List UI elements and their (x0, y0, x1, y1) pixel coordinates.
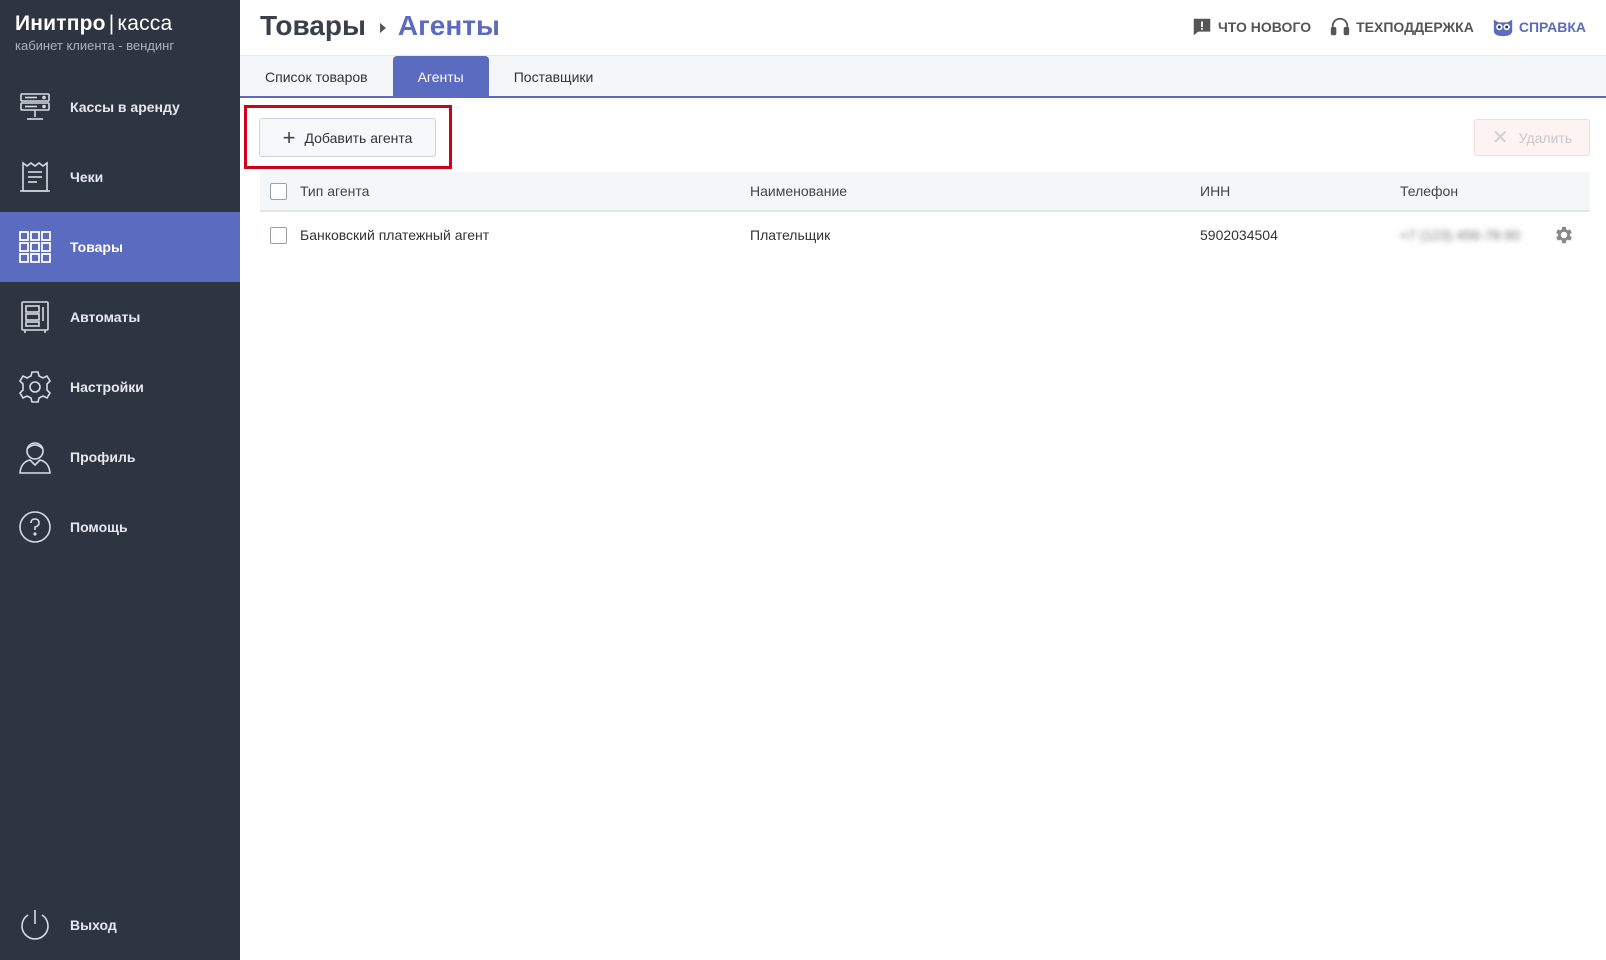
brand-name: Инитпро (15, 12, 106, 35)
add-agent-label: Добавить агента (304, 129, 413, 146)
sidebar-item-machines[interactable]: Автоматы (0, 282, 240, 352)
sidebar-item-help[interactable]: Помощь (0, 492, 240, 562)
sidebar-item-label: Помощь (70, 519, 128, 535)
grid-icon (17, 229, 53, 265)
column-header-type[interactable]: Тип агента (300, 183, 369, 199)
select-all-checkbox[interactable] (270, 182, 287, 200)
delete-label: Удалить (1518, 129, 1573, 146)
whats-new-label: ЧТО НОВОГО (1217, 19, 1312, 35)
cell-inn: 5902034504 (1200, 227, 1278, 243)
sidebar-item-label: Настройки (70, 379, 144, 395)
sidebar-item-rent[interactable]: Кассы в аренду (0, 72, 240, 142)
column-header-inn[interactable]: ИНН (1200, 183, 1230, 199)
row-checkbox[interactable] (270, 226, 287, 244)
sidebar-item-products[interactable]: Товары (0, 212, 240, 282)
help-icon (17, 509, 53, 545)
support-label: ТЕХПОДДЕРЖКА (1356, 19, 1474, 35)
delete-button[interactable]: ✕ Удалить (1474, 119, 1590, 156)
whats-new-link[interactable]: ЧТО НОВОГО (1191, 16, 1311, 38)
brand-subtitle: кабинет клиента - вендинг (15, 38, 175, 53)
sidebar-item-label: Автоматы (70, 309, 141, 325)
page-title: Агенты (397, 10, 500, 41)
table-header: Тип агента Наименование ИНН Телефон (260, 172, 1590, 212)
agents-table: Тип агента Наименование ИНН Телефон Банк… (260, 172, 1590, 258)
table-row[interactable]: Банковский платежный агент Плательщик 59… (260, 212, 1590, 258)
sidebar-item-settings[interactable]: Настройки (0, 352, 240, 422)
support-link[interactable]: ТЕХПОДДЕРЖКА (1329, 16, 1474, 38)
add-agent-button[interactable]: + Добавить агента (259, 118, 436, 157)
sidebar-item-label: Кассы в аренду (70, 99, 180, 115)
sidebar-item-receipts[interactable]: Чеки (0, 142, 240, 212)
breadcrumb-root[interactable]: Товары (260, 10, 366, 42)
help-label: СПРАВКА (1518, 19, 1586, 35)
tab-suppliers[interactable]: Поставщики (489, 56, 619, 98)
brand-separator: | (108, 12, 115, 35)
server-icon (17, 89, 53, 125)
column-header-phone[interactable]: Телефон (1400, 183, 1458, 199)
brand-title: Инитпро | касса (15, 12, 240, 36)
sidebar-item-label: Чеки (70, 169, 104, 185)
row-settings-gear-icon[interactable] (1553, 224, 1575, 246)
vending-machine-icon (17, 299, 53, 335)
chat-icon (1193, 18, 1211, 36)
cell-agent-name: Плательщик (750, 227, 831, 243)
headset-icon (1330, 17, 1350, 36)
breadcrumb-arrow-icon (379, 23, 386, 33)
logout-button[interactable]: Выход (0, 890, 240, 960)
top-links: ЧТО НОВОГО ТЕХПОДДЕРЖКА СПРАВКА (1173, 16, 1586, 38)
plus-icon: + (282, 124, 296, 150)
receipt-icon (17, 159, 53, 195)
sidebar-nav: Кассы в аренду Чеки Товары Автоматы Наст… (0, 72, 240, 562)
tab-agents[interactable]: Агенты (392, 56, 489, 98)
power-icon (17, 907, 53, 943)
tab-products-list[interactable]: Список товаров (240, 56, 393, 98)
cell-phone: +7 (123) 456-78-90 (1400, 227, 1521, 243)
breadcrumb: Товары Агенты (260, 10, 500, 42)
tab-bar: Список товаров Агенты Поставщики (240, 56, 1606, 98)
logout-label: Выход (70, 917, 117, 933)
cell-agent-type: Банковский платежный агент (300, 227, 490, 243)
gear-icon (17, 369, 53, 405)
column-header-name[interactable]: Наименование (750, 183, 847, 199)
sidebar-item-profile[interactable]: Профиль (0, 422, 240, 492)
help-link[interactable]: СПРАВКА (1492, 16, 1586, 38)
sidebar: Инитпро | касса кабинет клиента - вендинг … (0, 0, 240, 960)
brand-name-light: касса (117, 12, 173, 35)
user-icon (17, 439, 53, 475)
header: Товары Агенты ЧТО НОВОГО ТЕХПОДДЕРЖКА СП… (240, 0, 1606, 56)
sidebar-item-label: Товары (70, 239, 123, 255)
close-icon: ✕ (1491, 126, 1509, 149)
brand: Инитпро | касса кабинет клиента - вендинг (0, 0, 240, 64)
owl-icon (1493, 19, 1513, 37)
sidebar-item-label: Профиль (70, 449, 136, 465)
